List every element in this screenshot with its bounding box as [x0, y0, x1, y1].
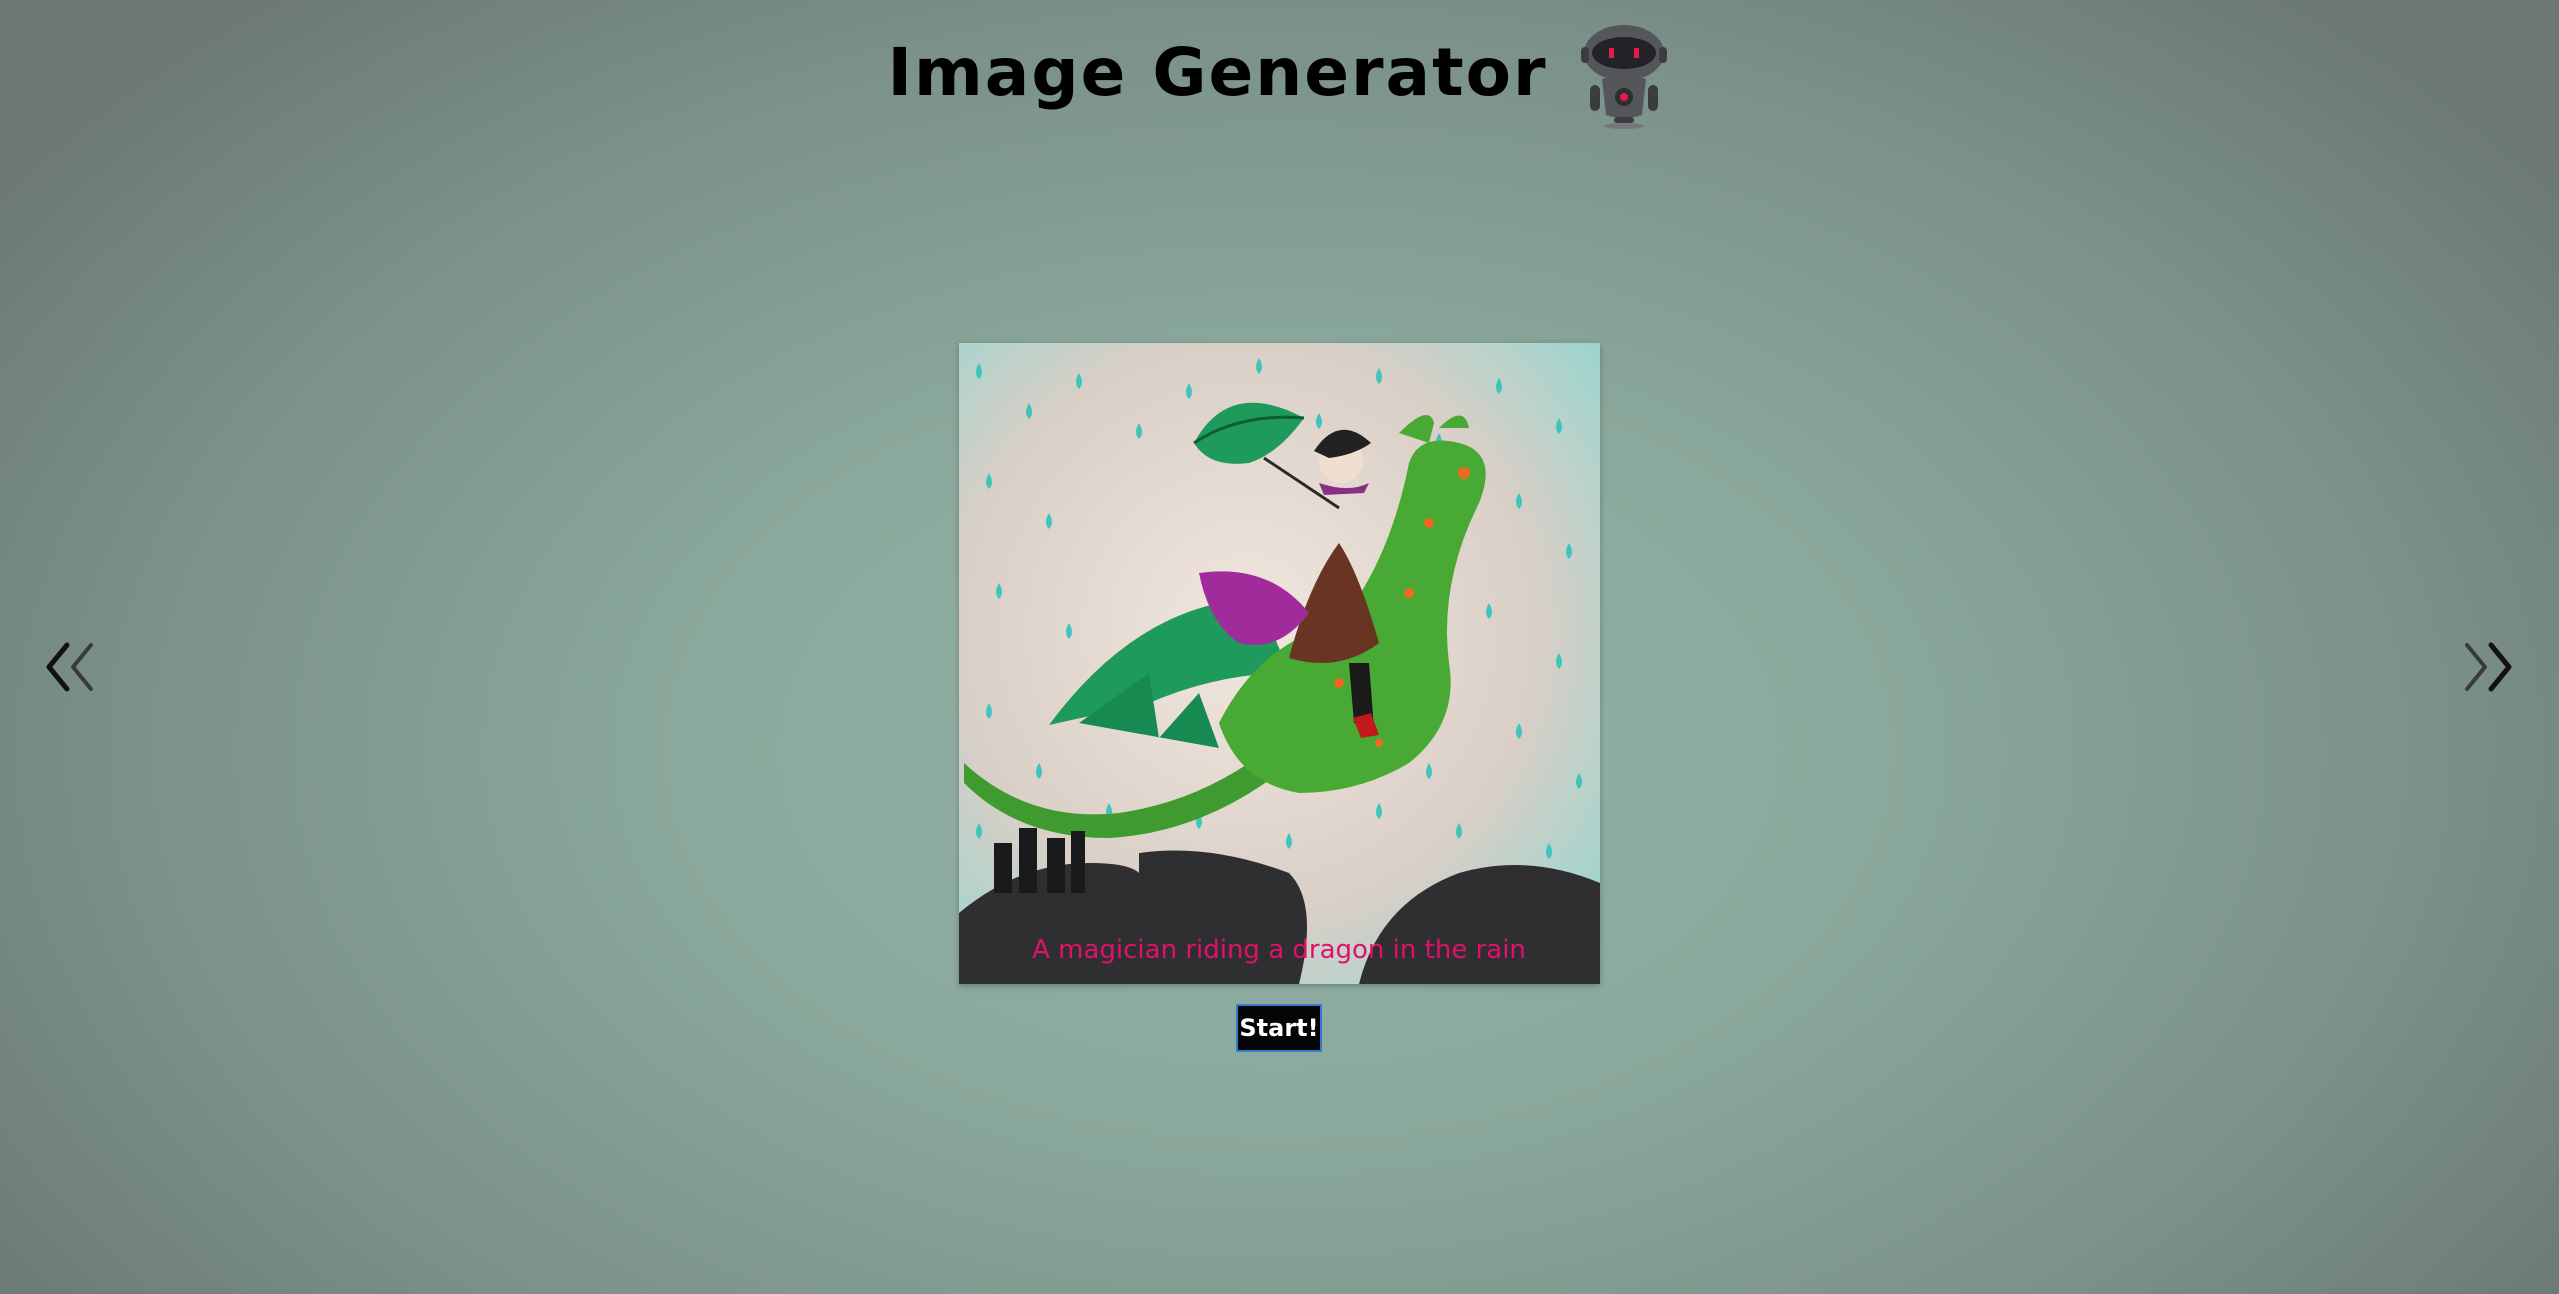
- generated-image: A magician riding a dragon in the rain: [959, 343, 1600, 984]
- next-image-button[interactable]: [2452, 620, 2522, 710]
- start-button[interactable]: Start!: [1236, 1004, 1322, 1052]
- double-chevron-right-icon: [2465, 642, 2512, 692]
- magician-dragon-illustration: A magician riding a dragon in the rain: [959, 343, 1600, 984]
- previous-image-button[interactable]: [36, 620, 106, 710]
- double-chevron-left-icon: [46, 642, 93, 692]
- robot-icon: [1580, 25, 1667, 129]
- page-header: Image Generator: [0, 18, 2559, 138]
- image-caption: A magician riding a dragon in the rain: [1032, 935, 1526, 965]
- page-title: Image Generator: [887, 33, 1548, 111]
